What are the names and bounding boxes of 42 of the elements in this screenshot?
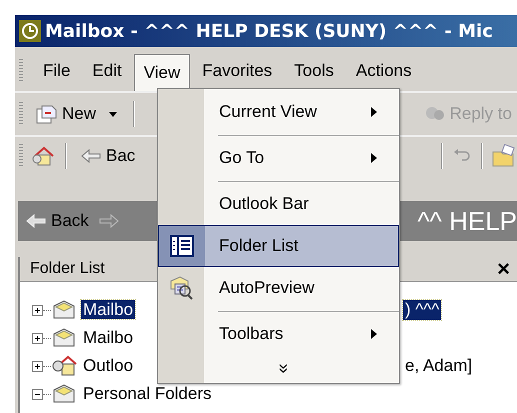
close-button[interactable]: × (496, 258, 511, 280)
house-icon (51, 354, 77, 378)
menu-item[interactable]: Edit (82, 54, 132, 88)
folder-item[interactable]: Personal Folders (81, 384, 214, 403)
folder-item[interactable]: e, Adam] (403, 356, 474, 376)
menu-item[interactable]: AutoPreview (158, 267, 399, 309)
menu-item[interactable]: Current View (158, 91, 399, 133)
menu-item[interactable]: Go To (158, 137, 399, 179)
folder-item[interactable]: ) ^^^ (403, 300, 442, 320)
menu-item[interactable]: File (33, 54, 80, 88)
menu-item[interactable]: Actions (346, 54, 422, 88)
menu-item[interactable]: View (134, 54, 190, 92)
collapse-icon[interactable] (32, 388, 43, 400)
expand-icon[interactable] (32, 332, 43, 344)
expand-icon[interactable] (32, 304, 43, 316)
menu-item[interactable]: Outlook Bar (158, 183, 399, 225)
submenu-arrow-icon (370, 328, 378, 340)
menu-item[interactable]: Folder List (158, 225, 399, 267)
back-arrow-icon (80, 148, 102, 164)
window-title: Mailbox - ^^^ HELP DESK (SUNY) ^^^ - Mic (45, 20, 493, 42)
caret-icon[interactable] (109, 112, 118, 116)
back-arrow-icon (25, 213, 47, 229)
folder-title: ^^ HELP (417, 206, 517, 236)
clock-icon (19, 20, 41, 42)
expand-icon[interactable] (32, 360, 43, 372)
new-button[interactable]: New (31, 101, 102, 127)
folder-list-icon (170, 235, 194, 257)
folder-item[interactable]: Mailbo (81, 300, 136, 319)
menu-item[interactable]: Toolbars (158, 313, 399, 355)
back-button[interactable]: Bac (75, 143, 140, 169)
pane-title: Folder List (30, 260, 105, 278)
new-mail-icon (36, 104, 58, 124)
expand-menu-button[interactable]: » (272, 362, 296, 374)
folder-item[interactable]: Mailbo (81, 328, 136, 347)
folder-icon[interactable] (491, 144, 517, 168)
folder-item[interactable]: Outloo (81, 356, 136, 375)
menu-item[interactable]: Favorites (192, 54, 282, 88)
back-button[interactable]: Back (24, 210, 90, 232)
submenu-arrow-icon (370, 152, 378, 164)
envelope-magnifier-icon (169, 275, 195, 301)
submenu-arrow-icon (370, 106, 378, 118)
menu-item[interactable]: Tools (284, 54, 344, 88)
